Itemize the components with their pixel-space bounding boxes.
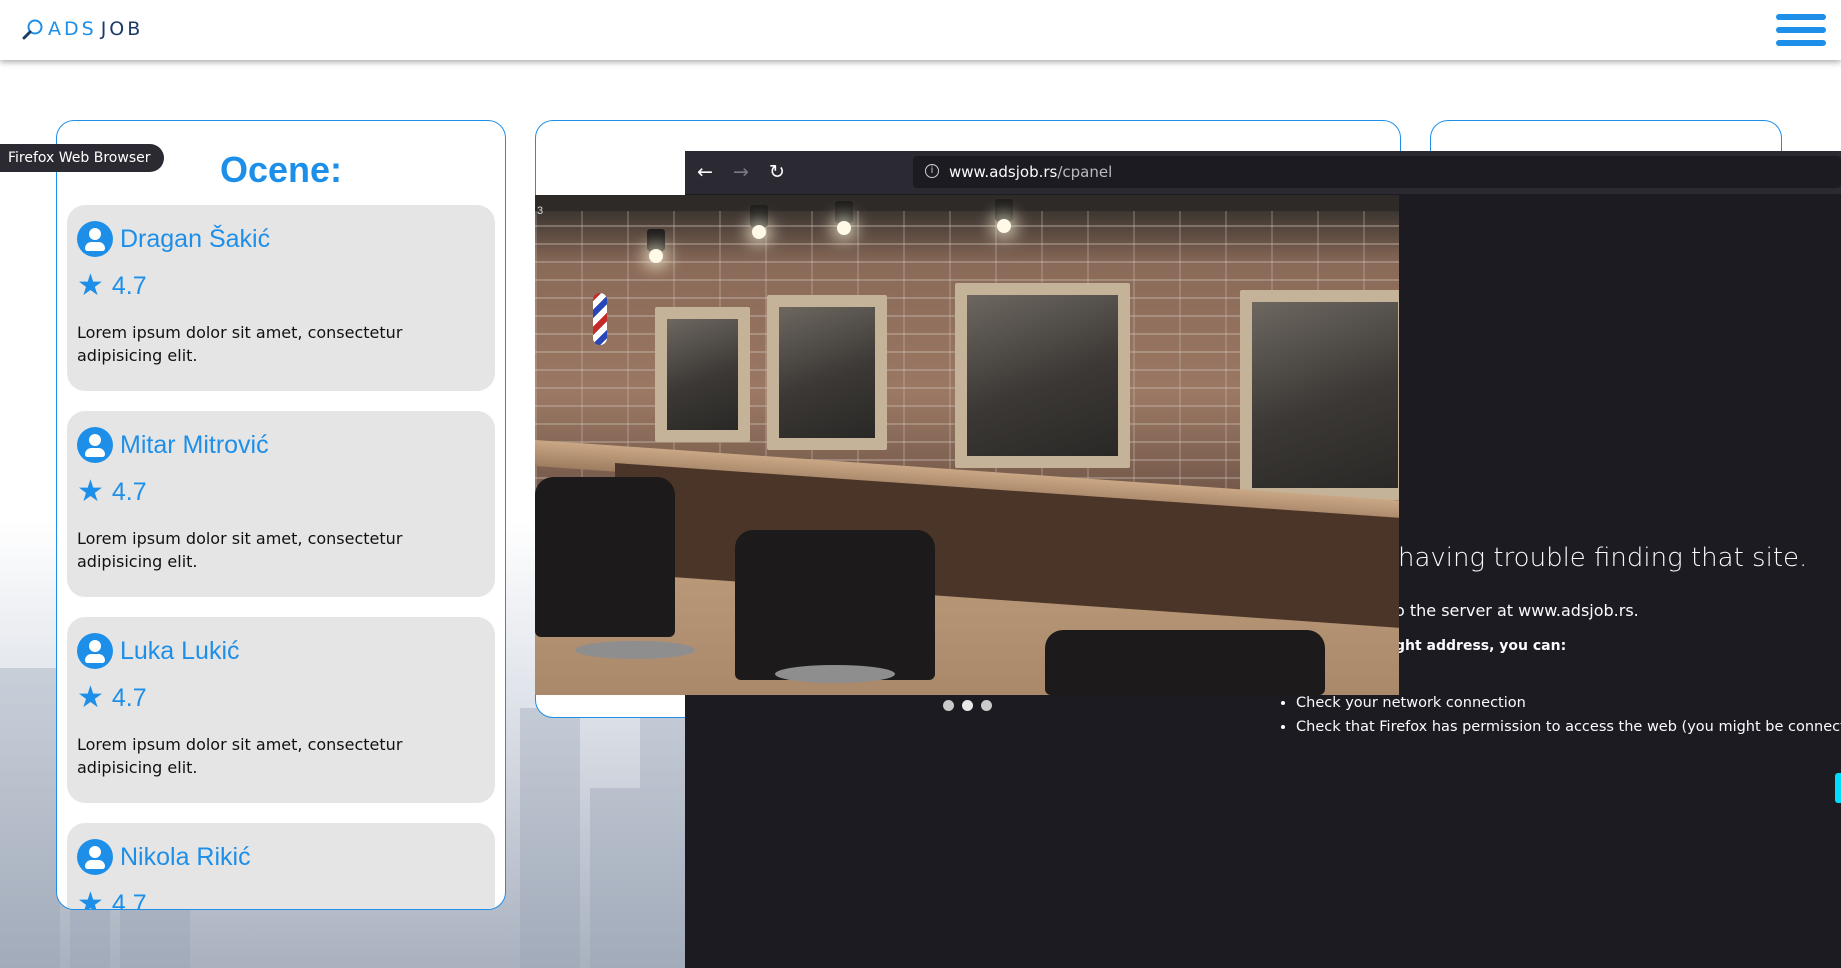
reload-icon[interactable]: ↻: [769, 161, 785, 183]
review-rating: 4.7: [111, 477, 147, 506]
back-arrow-icon[interactable]: ←: [697, 161, 713, 183]
logo-ads-text: ADS: [48, 18, 97, 40]
user-avatar-icon: [77, 839, 113, 875]
carousel-dot[interactable]: [962, 700, 973, 711]
carousel-slide-image: 3: [535, 195, 1399, 695]
review-rating: 4.7: [111, 271, 147, 300]
url-text[interactable]: www.adsjob.rs/cpanel: [949, 163, 1112, 181]
url-bar[interactable]: i www.adsjob.rs/cpanel: [913, 156, 1841, 188]
review-card: Dragan Šakić ★ 4.7 Lorem ipsum dolor sit…: [67, 205, 495, 391]
firefox-toolbar: ← → ↻ i www.adsjob.rs/cpanel: [685, 151, 1841, 194]
user-avatar-icon: [77, 427, 113, 463]
site-info-icon[interactable]: i: [925, 164, 939, 178]
error-message: o the server at www.adsjob.rs.: [1395, 601, 1639, 620]
error-suggestion-list: Check your network connection Check that…: [1270, 691, 1841, 739]
carousel-dots: [943, 700, 992, 711]
review-text: Lorem ipsum dolor sit amet, consectetur …: [77, 529, 403, 571]
reviewer-name: Nikola Rikić: [120, 842, 251, 871]
review-text: Lorem ipsum dolor sit amet, consectetur …: [77, 323, 403, 365]
site-header: ADS JOB: [0, 0, 1841, 60]
logo-job-text: JOB: [100, 18, 144, 40]
reviews-panel: Ocene: Dragan Šakić ★ 4.7 Lorem ipsum do…: [56, 120, 506, 910]
reviewer-name: Dragan Šakić: [120, 224, 271, 253]
reviewer-name: Mitar Mitrović: [120, 430, 269, 459]
star-icon: ★: [77, 475, 104, 508]
star-icon: ★: [77, 887, 104, 910]
user-avatar-icon: [77, 221, 113, 257]
error-title: having trouble finding that site.: [1398, 543, 1808, 573]
magnifier-icon: [22, 19, 43, 40]
review-rating: 4.7: [111, 889, 147, 910]
review-card: Mitar Mitrović ★ 4.7 Lorem ipsum dolor s…: [67, 411, 495, 597]
star-icon: ★: [77, 269, 104, 302]
star-icon: ★: [77, 681, 104, 714]
list-item: Check that Firefox has permission to acc…: [1296, 715, 1841, 739]
review-rating: 4.7: [111, 683, 147, 712]
forward-arrow-icon[interactable]: →: [733, 161, 749, 183]
error-suggestion-heading: ght address, you can:: [1395, 638, 1567, 654]
user-avatar-icon: [77, 633, 113, 669]
try-again-button[interactable]: [1835, 773, 1841, 803]
reviewer-name: Luka Lukić: [120, 636, 240, 665]
carousel-dot[interactable]: [981, 700, 992, 711]
taskbar-tooltip: Firefox Web Browser: [0, 144, 164, 172]
site-logo[interactable]: ADS JOB: [22, 18, 143, 40]
slide-number: 3: [537, 205, 544, 217]
url-path: /cpanel: [1057, 163, 1113, 181]
review-card: Nikola Rikić ★ 4.7: [67, 823, 495, 910]
review-text: Lorem ipsum dolor sit amet, consectetur …: [77, 735, 403, 777]
carousel-dot[interactable]: [943, 700, 954, 711]
review-card: Luka Lukić ★ 4.7 Lorem ipsum dolor sit a…: [67, 617, 495, 803]
url-host: www.adsjob.rs: [949, 163, 1058, 181]
hamburger-menu-icon[interactable]: [1776, 14, 1826, 52]
